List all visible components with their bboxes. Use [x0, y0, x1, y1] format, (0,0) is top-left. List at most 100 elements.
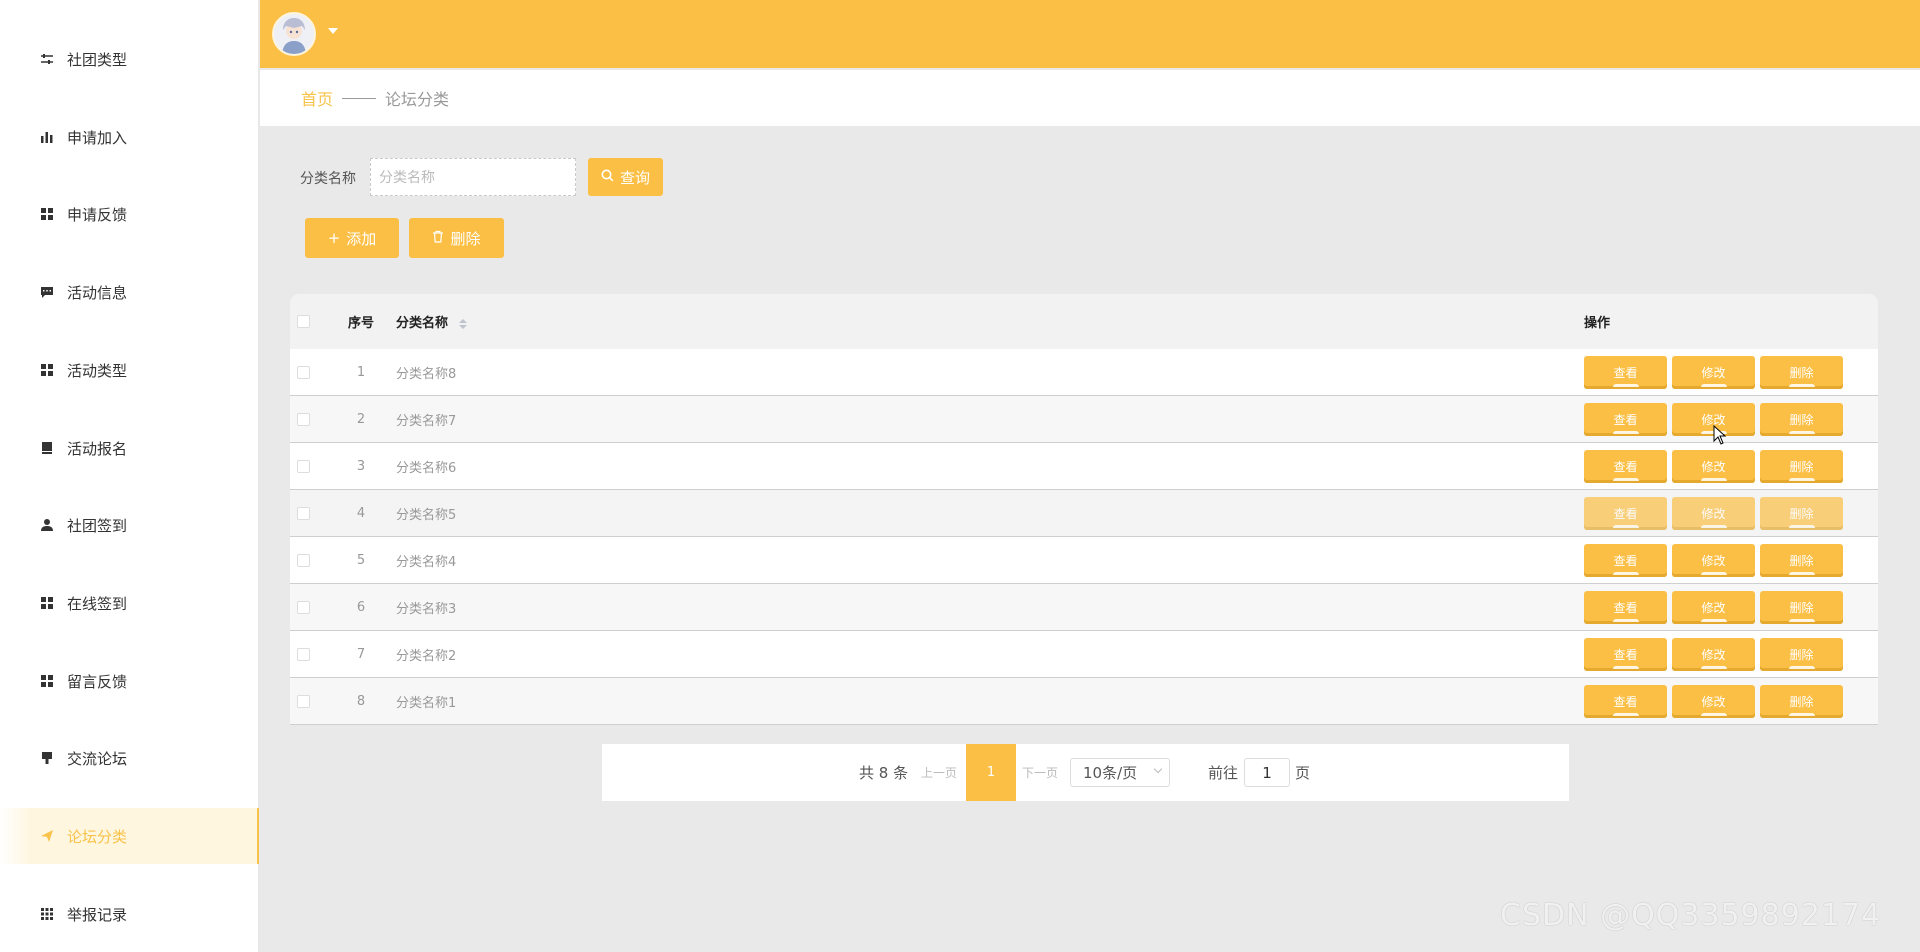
goto-page-input[interactable]	[1244, 758, 1290, 787]
edit-button[interactable]: 修改	[1672, 449, 1755, 483]
delete-button[interactable]: 删除	[1760, 496, 1843, 530]
view-button[interactable]: 查看	[1584, 637, 1667, 671]
row-seq: 1	[356, 364, 366, 380]
sidebar-item-activity-signup[interactable]: 活动报名	[0, 420, 259, 476]
prev-page-button[interactable]: 上一页	[921, 764, 957, 781]
view-button[interactable]: 查看	[1584, 402, 1667, 436]
sidebar-item-forum-category[interactable]: 论坛分类	[0, 808, 259, 864]
next-page-button[interactable]: 下一页	[1022, 764, 1058, 781]
row-checkbox[interactable]	[297, 694, 310, 708]
batch-delete-button[interactable]: 删除	[409, 218, 504, 258]
chevron-down-icon	[1153, 764, 1163, 774]
sidebar-item-label: 社团签到	[67, 516, 128, 535]
sidebar-item-apply-join[interactable]: 申请加入	[0, 109, 259, 165]
sidebar-item-online-checkin[interactable]: 在线签到	[0, 575, 259, 631]
view-button[interactable]: 查看	[1584, 590, 1667, 624]
mouse-cursor-icon	[1713, 424, 1727, 449]
edit-button[interactable]: 修改	[1672, 543, 1755, 577]
sidebar-item-message-feedback[interactable]: 留言反馈	[0, 653, 259, 709]
page-number-current[interactable]: 1	[966, 744, 1016, 801]
book-icon	[40, 441, 54, 455]
table-row: 5 分类名称4 查看 修改 删除	[290, 537, 1878, 584]
edit-button[interactable]: 修改	[1672, 637, 1755, 671]
delete-button[interactable]: 删除	[1760, 543, 1843, 577]
row-name: 分类名称3	[396, 601, 457, 617]
table-row: 4 分类名称5 查看 修改 删除	[290, 490, 1878, 537]
view-button[interactable]: 查看	[1584, 496, 1667, 530]
search-input[interactable]	[370, 158, 576, 196]
row-seq: 3	[356, 458, 366, 474]
edit-button[interactable]: 修改	[1672, 590, 1755, 624]
header-name-label: 分类名称	[396, 316, 449, 331]
view-button[interactable]: 查看	[1584, 449, 1667, 483]
row-actions: 查看 修改 删除	[1584, 590, 1843, 624]
select-all-checkbox[interactable]	[297, 315, 310, 328]
page-size-value: 10条/页	[1083, 764, 1138, 782]
row-checkbox[interactable]	[297, 459, 310, 473]
breadcrumb-separator	[342, 97, 377, 99]
view-button[interactable]: 查看	[1584, 684, 1667, 718]
delete-button[interactable]: 删除	[1760, 355, 1843, 389]
row-checkbox[interactable]	[297, 412, 310, 426]
table-row: 8 分类名称1 查看 修改 删除	[290, 678, 1878, 725]
sidebar-item-report-records[interactable]: 举报记录	[0, 886, 259, 942]
sidebar-item-club-checkin[interactable]: 社团签到	[0, 497, 259, 553]
table-body: 1 分类名称8 查看 修改 删除 2 分类名称7 查看 修改 删除 3 分类名称6 查看 修改 删除 4 分类名…	[290, 349, 1878, 725]
header-name[interactable]: 分类名称	[396, 312, 467, 331]
search-button-label: 查询	[619, 168, 650, 187]
row-actions: 查看 修改 删除	[1584, 637, 1843, 671]
edit-button[interactable]: 修改	[1672, 684, 1755, 718]
delete-button[interactable]: 删除	[1760, 590, 1843, 624]
search-icon	[601, 168, 614, 186]
table-row: 7 分类名称2 查看 修改 删除	[290, 631, 1878, 678]
row-actions: 查看 修改 删除	[1584, 355, 1843, 389]
edit-button[interactable]: 修改	[1672, 496, 1755, 530]
delete-button[interactable]: 删除	[1760, 449, 1843, 483]
sidebar-item-label: 社团类型	[67, 50, 128, 69]
row-name: 分类名称6	[396, 460, 457, 476]
view-button[interactable]: 查看	[1584, 543, 1667, 577]
sidebar-item-forum[interactable]: 交流论坛	[0, 730, 259, 786]
page-size-select[interactable]: 10条/页	[1070, 758, 1170, 787]
row-actions: 查看 修改 删除	[1584, 449, 1843, 483]
row-seq: 4	[356, 505, 366, 521]
sidebar-item-activity-info[interactable]: 活动信息	[0, 264, 259, 320]
row-checkbox[interactable]	[297, 506, 310, 520]
user-icon	[40, 518, 54, 532]
avatar[interactable]	[272, 12, 316, 56]
breadcrumb-home[interactable]: 首页	[301, 86, 333, 110]
sort-icon[interactable]	[458, 318, 467, 329]
view-button[interactable]: 查看	[1584, 355, 1667, 389]
row-seq: 6	[356, 599, 366, 615]
sidebar-item-club-type[interactable]: 社团类型	[0, 31, 259, 87]
bar-chart-icon	[40, 130, 54, 144]
sidebar-item-label: 活动类型	[67, 361, 128, 380]
delete-button[interactable]: 删除	[1760, 684, 1843, 718]
edit-button[interactable]: 修改	[1672, 355, 1755, 389]
row-name: 分类名称8	[396, 366, 457, 382]
chevron-down-icon[interactable]	[328, 28, 338, 34]
sidebar-item-activity-type[interactable]: 活动类型	[0, 342, 259, 398]
table-row: 3 分类名称6 查看 修改 删除	[290, 443, 1878, 490]
sidebar-item-label: 在线签到	[67, 594, 128, 613]
apps-icon	[40, 907, 54, 921]
row-checkbox[interactable]	[297, 553, 310, 567]
table-row: 1 分类名称8 查看 修改 删除	[290, 349, 1878, 396]
row-checkbox[interactable]	[297, 647, 310, 661]
row-seq: 7	[356, 646, 366, 662]
row-name: 分类名称2	[396, 648, 457, 664]
delete-button-label: 删除	[450, 229, 481, 248]
delete-button[interactable]: 删除	[1760, 402, 1843, 436]
row-name: 分类名称7	[396, 413, 457, 429]
sidebar-item-label: 举报记录	[67, 905, 128, 924]
delete-button[interactable]: 删除	[1760, 637, 1843, 671]
grid-icon	[40, 596, 54, 610]
header-seq: 序号	[347, 316, 374, 331]
row-checkbox[interactable]	[297, 365, 310, 379]
add-button[interactable]: + 添加	[305, 218, 399, 258]
row-checkbox[interactable]	[297, 600, 310, 614]
row-seq: 2	[356, 411, 366, 427]
search-button[interactable]: 查询	[588, 158, 663, 196]
sidebar-item-apply-feedback[interactable]: 申请反馈	[0, 186, 259, 242]
sidebar-item-label: 申请加入	[67, 128, 128, 147]
